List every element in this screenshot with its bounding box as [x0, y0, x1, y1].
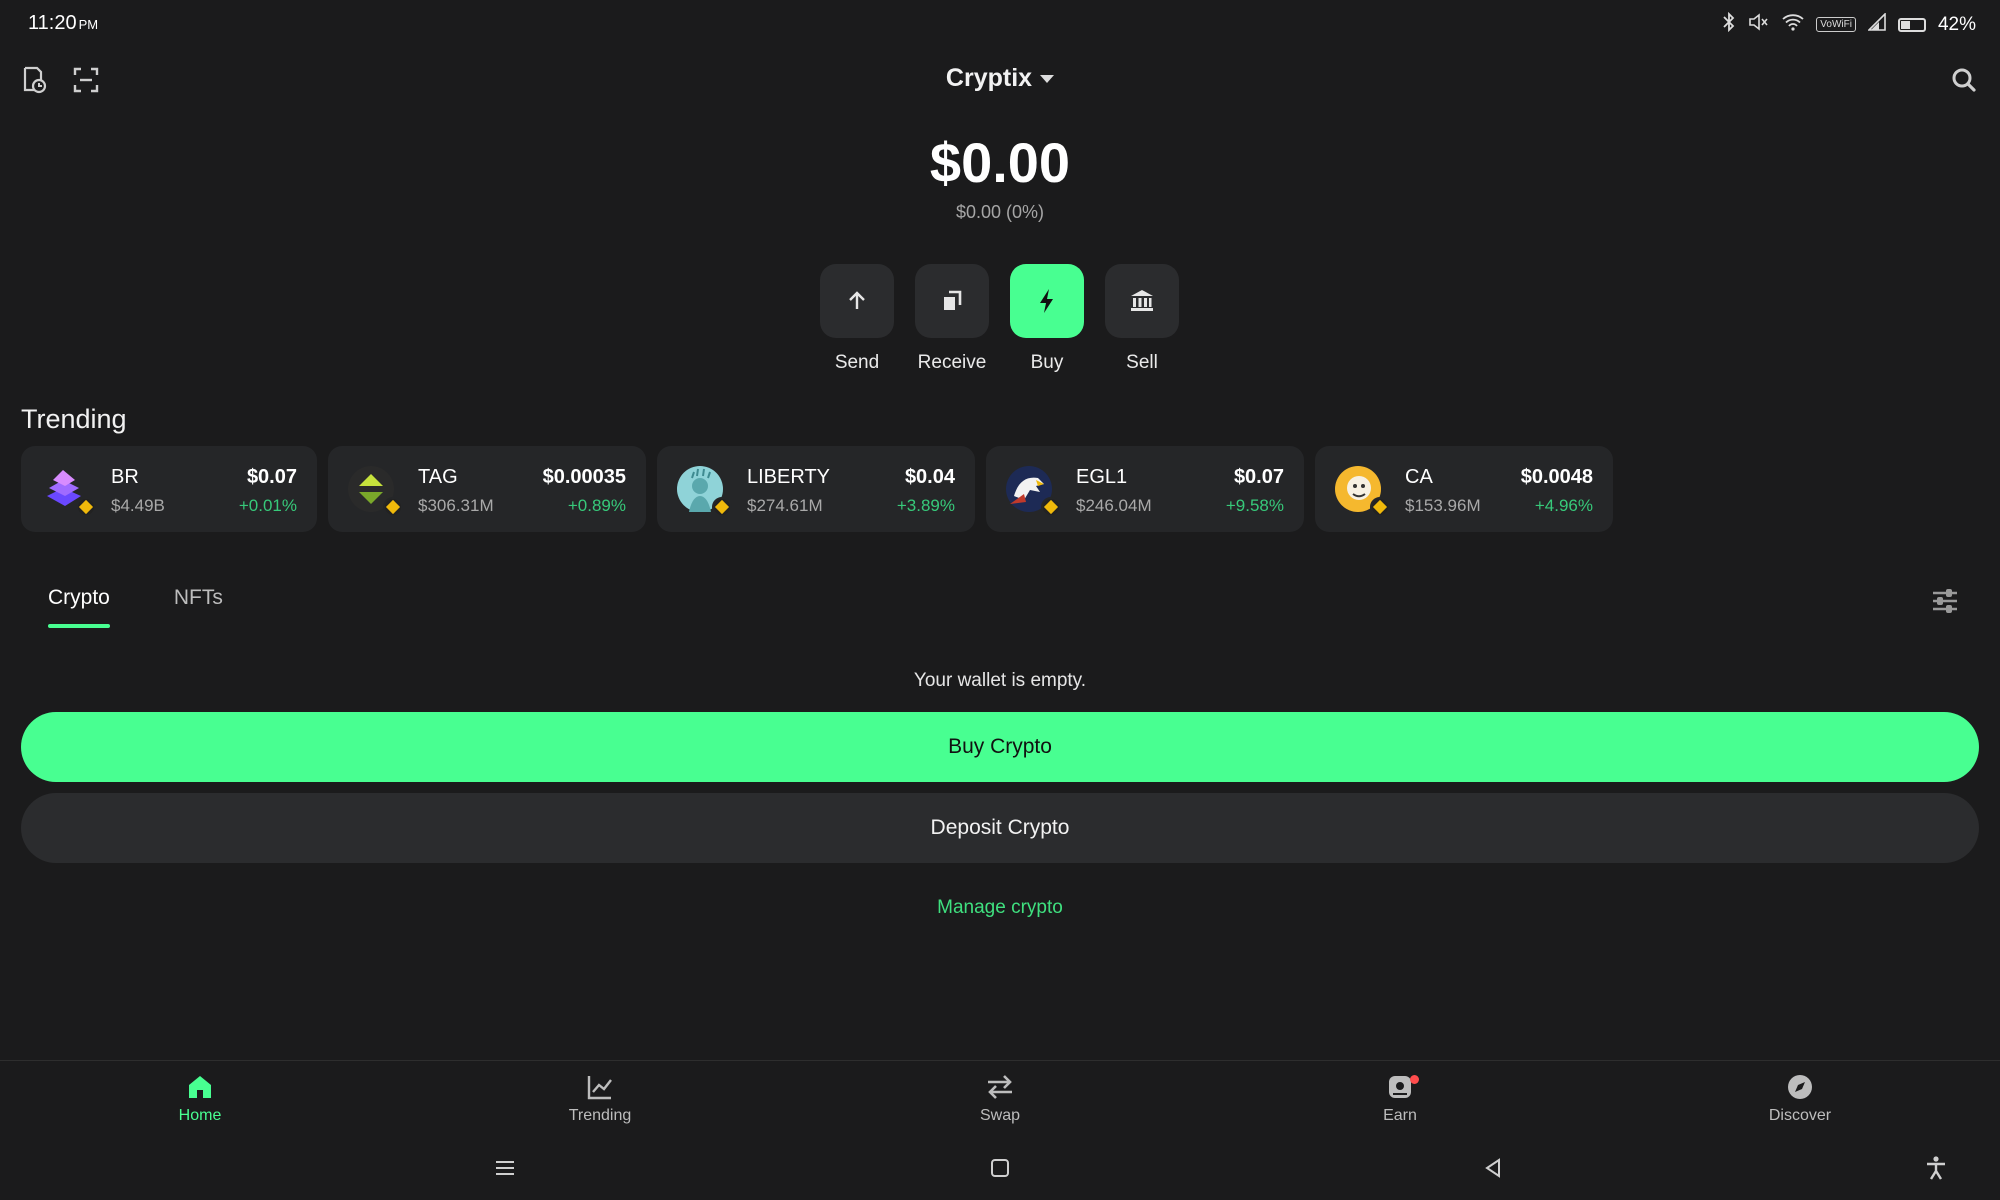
nav-earn-label: Earn [1383, 1107, 1417, 1124]
system-nav-bar [0, 1136, 2000, 1200]
nav-home[interactable]: Home [130, 1071, 270, 1125]
earn-icon [1330, 1071, 1470, 1103]
token-change: +3.89% [896, 496, 955, 515]
token-change: +0.89% [567, 496, 626, 515]
battery-percent: 42% [1937, 13, 1976, 35]
manage-crypto-link[interactable]: Manage crypto [0, 897, 2000, 919]
trending-title: Trending [21, 404, 127, 434]
nav-trending-label: Trending [568, 1107, 632, 1124]
copy-icon [915, 264, 989, 338]
status-time: 11:20 PM [28, 12, 98, 35]
trending-card-tag[interactable]: TAG $306.31M $0.00035 +0.89% [328, 446, 646, 532]
sell-button[interactable]: Sell [1105, 264, 1179, 374]
signal-icon [1867, 12, 1886, 36]
token-price: $0.07 [246, 466, 297, 488]
token-market-cap: $4.49B [111, 496, 165, 515]
token-change: +4.96% [1534, 496, 1593, 515]
token-price: $0.0048 [1520, 466, 1593, 488]
wifi-icon [1782, 13, 1804, 36]
nav-earn[interactable]: Earn [1330, 1071, 1470, 1125]
app-root: 11:20 PM VoWiFi 42% Cryptix $0.00 $0.00 … [0, 0, 2000, 1200]
sell-label: Sell [1126, 352, 1158, 373]
vowifi-badge: VoWiFi [1816, 17, 1856, 32]
token-market-cap: $246.04M [1076, 496, 1152, 515]
bnb-chain-icon [712, 497, 732, 517]
trending-card-ca[interactable]: CA $153.96M $0.0048 +4.96% [1315, 446, 1613, 532]
action-row: Send Receive Buy Sell [820, 264, 1179, 374]
empty-wallet-message: Your wallet is empty. [913, 670, 1087, 691]
swap-icon [930, 1071, 1070, 1103]
nav-swap-label: Swap [979, 1107, 1021, 1124]
token-symbol: CA [1405, 466, 1433, 488]
bnb-chain-icon [1370, 497, 1390, 517]
token-change: +9.58% [1225, 496, 1284, 515]
home-square-icon[interactable] [982, 1150, 1018, 1186]
trending-card-br[interactable]: BR $4.49B $0.07 +0.01% [21, 446, 317, 532]
bnb-chain-icon [1041, 497, 1061, 517]
buy-button[interactable]: Buy [1010, 264, 1084, 374]
nav-discover[interactable]: Discover [1730, 1071, 1870, 1125]
bottom-nav: Home Trending Swap Earn Discover [0, 1060, 2000, 1136]
arrow-up-icon [820, 264, 894, 338]
bnb-chain-icon [76, 497, 96, 517]
token-change: +0.01% [238, 496, 297, 515]
token-market-cap: $306.31M [418, 496, 494, 515]
trending-card-egl1[interactable]: EGL1 $246.04M $0.07 +9.58% [986, 446, 1304, 532]
trending-list: BR $4.49B $0.07 +0.01% TAG $306.31M $0.0… [21, 446, 1613, 532]
compass-icon [1730, 1071, 1870, 1103]
token-symbol: LIBERTY [747, 466, 830, 488]
bnb-chain-icon [383, 497, 403, 517]
tab-nfts[interactable]: NFTs [174, 586, 223, 628]
bluetooth-icon [1722, 11, 1736, 37]
notification-dot [1410, 1075, 1419, 1084]
token-price: $0.00035 [542, 466, 626, 488]
asset-tabs: Crypto NFTs [48, 586, 223, 628]
send-button[interactable]: Send [820, 264, 894, 374]
tab-crypto[interactable]: Crypto [48, 586, 110, 628]
bank-icon [1105, 264, 1179, 338]
accessibility-icon[interactable] [1918, 1150, 1954, 1186]
nav-swap[interactable]: Swap [930, 1071, 1070, 1125]
wallet-selector[interactable]: Cryptix [0, 64, 2000, 93]
total-balance: $0.00 [929, 131, 1071, 194]
lightning-icon [1010, 264, 1084, 338]
token-symbol: BR [111, 466, 139, 488]
filter-icon[interactable] [1928, 584, 1962, 618]
nav-discover-label: Discover [1768, 1107, 1832, 1124]
nav-trending[interactable]: Trending [530, 1071, 670, 1125]
status-time-value: 11:20 [28, 12, 77, 34]
battery-icon [1897, 17, 1926, 32]
chart-icon [530, 1071, 670, 1103]
token-market-cap: $274.61M [747, 496, 823, 515]
token-price: $0.07 [1233, 466, 1284, 488]
back-icon[interactable] [1475, 1150, 1511, 1186]
receive-button[interactable]: Receive [915, 264, 989, 374]
status-bar: 11:20 PM VoWiFi 42% [0, 0, 2000, 48]
status-ampm: PM [78, 17, 99, 32]
token-price: $0.04 [904, 466, 955, 488]
menu-icon[interactable] [487, 1150, 523, 1186]
balance-change: $0.00 (0%) [955, 202, 1045, 222]
trending-card-liberty[interactable]: LIBERTY $274.61M $0.04 +3.89% [657, 446, 975, 532]
nav-home-label: Home [178, 1107, 222, 1124]
token-symbol: TAG [418, 466, 458, 488]
wallet-name: Cryptix [945, 64, 1033, 92]
token-market-cap: $153.96M [1405, 496, 1481, 515]
token-symbol: EGL1 [1076, 466, 1128, 488]
home-icon [130, 1071, 270, 1103]
mute-icon [1748, 12, 1770, 37]
buy-crypto-button[interactable]: Buy Crypto [21, 712, 1979, 782]
deposit-crypto-button[interactable]: Deposit Crypto [21, 793, 1979, 863]
chevron-down-icon [1040, 75, 1055, 84]
status-icons: VoWiFi 42% [1722, 11, 1976, 37]
search-icon[interactable] [1948, 64, 1980, 96]
